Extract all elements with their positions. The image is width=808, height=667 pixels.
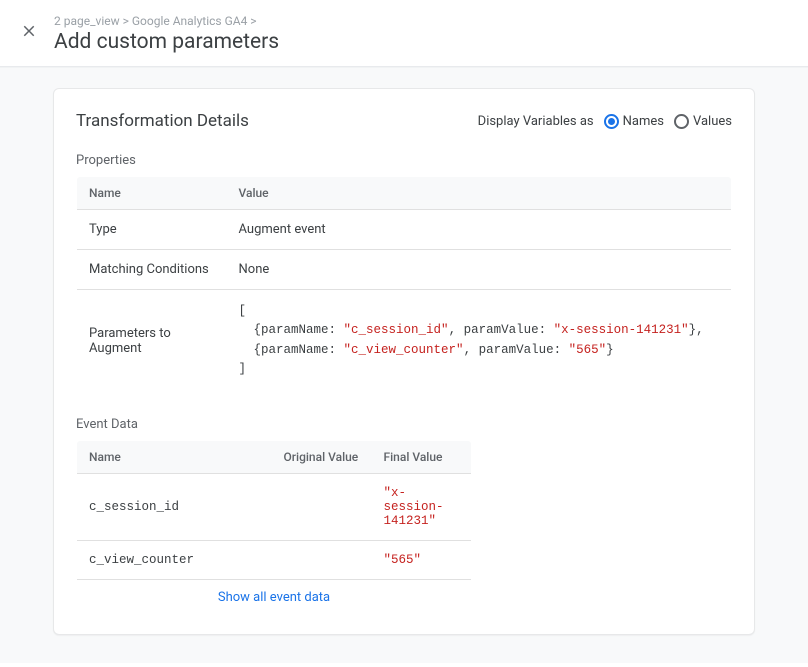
close-icon[interactable]: [20, 22, 38, 40]
col-value: Value: [227, 177, 732, 210]
transformation-card: Transformation Details Display Variables…: [53, 88, 755, 635]
card-title: Transformation Details: [76, 111, 249, 131]
table-row: Type Augment event: [77, 210, 732, 250]
prop-name: Type: [77, 210, 227, 250]
event-final: "565": [372, 540, 472, 579]
event-data-table: Name Original Value Final Value c_sessio…: [76, 440, 472, 616]
content-area: Transformation Details Display Variables…: [0, 67, 808, 663]
radio-values[interactable]: [674, 114, 689, 129]
table-row: c_session_id "x-session-141231": [77, 473, 472, 540]
prop-name: Parameters to Augment: [77, 290, 227, 393]
params-code: [ {paramName: "c_session_id", paramValue…: [239, 302, 720, 380]
page-title: Add custom parameters: [54, 30, 279, 54]
table-row: Matching Conditions None: [77, 250, 732, 290]
display-label: Display Variables as: [478, 114, 594, 129]
table-row: Parameters to Augment [ {paramName: "c_s…: [77, 290, 732, 393]
event-name: c_session_id: [77, 473, 272, 540]
event-name: c_view_counter: [77, 540, 272, 579]
col-name: Name: [77, 177, 227, 210]
radio-names[interactable]: [604, 114, 619, 129]
col-original: Original Value: [272, 440, 372, 473]
radio-names-label[interactable]: Names: [623, 114, 664, 129]
col-final: Final Value: [372, 440, 472, 473]
table-row: Show all event data: [77, 579, 472, 615]
properties-table: Name Value Type Augment event Matching C…: [76, 176, 732, 393]
event-data-label: Event Data: [76, 417, 732, 432]
breadcrumb: 2 page_view > Google Analytics GA4 >: [54, 14, 279, 28]
event-original: [272, 473, 372, 540]
radio-values-label[interactable]: Values: [693, 114, 732, 129]
event-original: [272, 540, 372, 579]
col-name: Name: [77, 440, 272, 473]
event-final: "x-session-141231": [372, 473, 472, 540]
properties-label: Properties: [76, 153, 732, 168]
prop-value: Augment event: [227, 210, 732, 250]
prop-name: Matching Conditions: [77, 250, 227, 290]
display-variables-toggle: Display Variables as Names Values: [478, 114, 732, 129]
prop-value: None: [227, 250, 732, 290]
show-all-event-data[interactable]: Show all event data: [77, 580, 471, 615]
prop-value: [ {paramName: "c_session_id", paramValue…: [227, 290, 732, 393]
page-header: 2 page_view > Google Analytics GA4 > Add…: [0, 0, 808, 67]
table-row: c_view_counter "565": [77, 540, 472, 579]
